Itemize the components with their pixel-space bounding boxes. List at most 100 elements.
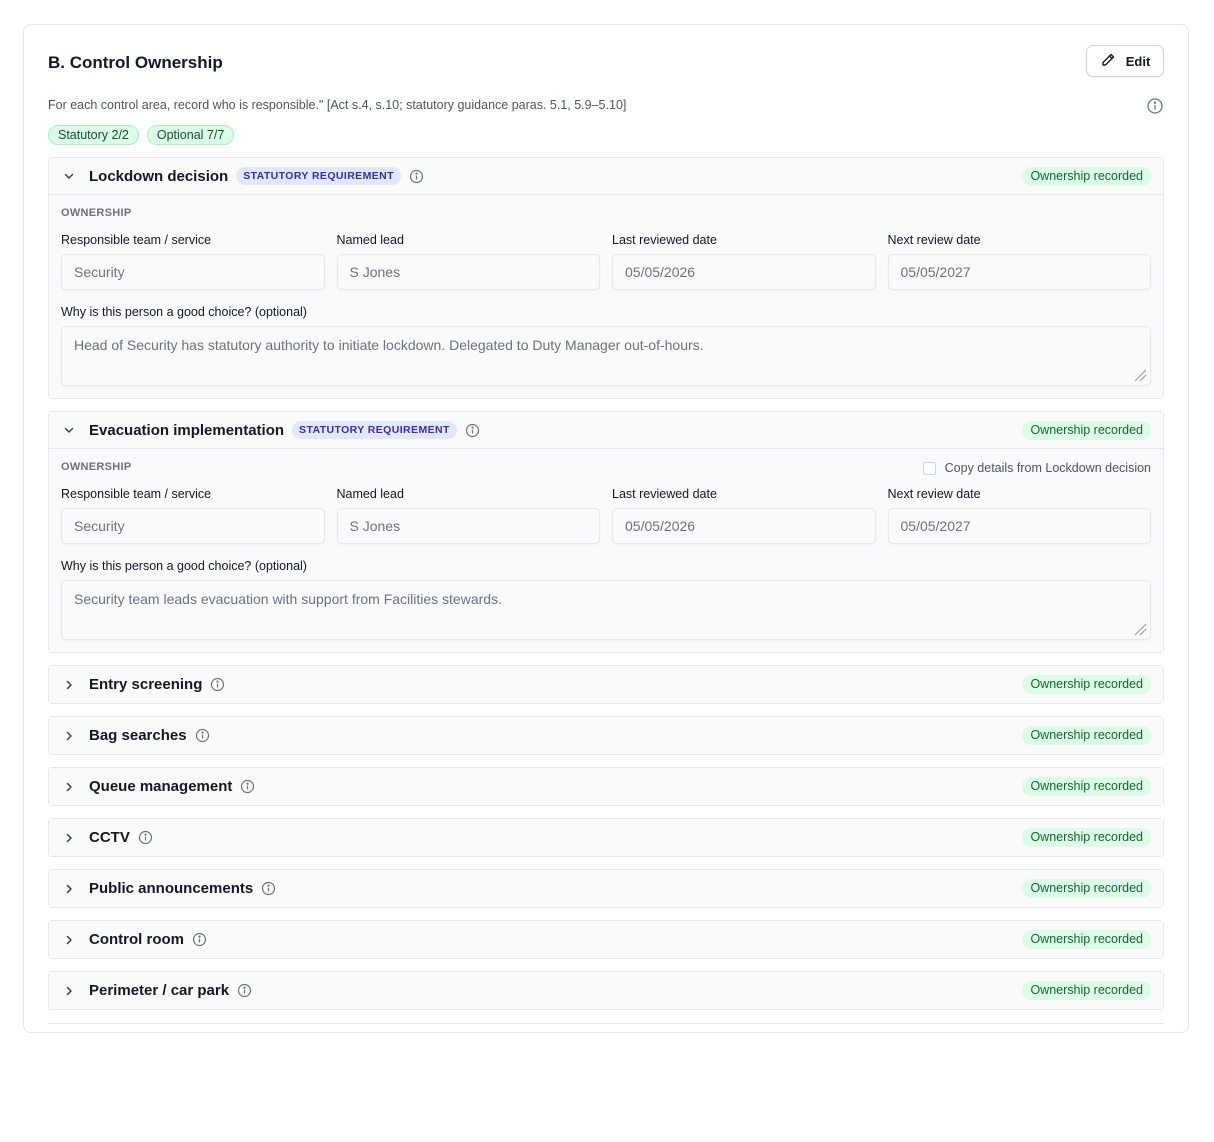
section-title: Public announcements: [89, 880, 254, 897]
ownership-fields: Responsible team / service Security Name…: [61, 233, 1151, 290]
section-header[interactable]: Evacuation implementation STATUTORY REQU…: [49, 412, 1163, 449]
info-icon[interactable]: [237, 983, 252, 998]
chevron-down-icon: [61, 422, 77, 438]
section-header[interactable]: Public announcements Ownership recorded: [49, 870, 1163, 907]
team-input[interactable]: Security: [61, 254, 325, 290]
why-label: Why is this person a good choice? (optio…: [61, 559, 307, 573]
copy-details-checkbox[interactable]: Copy details from Lockdown decision: [922, 461, 1151, 475]
last-reviewed-field: Last reviewed date 05/05/2026: [612, 487, 876, 544]
status-badge: Ownership recorded: [1022, 421, 1151, 440]
info-icon[interactable]: [261, 881, 276, 896]
section-public-announcements: Public announcements Ownership recorded: [48, 869, 1164, 908]
status-badge: Ownership recorded: [1022, 675, 1151, 694]
next-review-input[interactable]: 05/05/2027: [887, 508, 1151, 544]
section-body: OWNERSHIP Copy details from Lockdown dec…: [49, 449, 1163, 652]
lead-input[interactable]: S Jones: [336, 508, 600, 544]
statutory-badge: STATUTORY REQUIREMENT: [292, 421, 457, 439]
next-review-field: Next review date 05/05/2027: [887, 487, 1151, 544]
section-header[interactable]: Entry screening Ownership recorded: [49, 666, 1163, 703]
status-badge: Ownership recorded: [1022, 777, 1151, 796]
section-perimeter-car-park: Perimeter / car park Ownership recorded: [48, 971, 1164, 1010]
info-icon[interactable]: [240, 779, 255, 794]
why-textarea[interactable]: Security team leads evacuation with supp…: [61, 580, 1151, 640]
copy-details-label: Copy details from Lockdown decision: [944, 461, 1151, 475]
section-title: Control room: [89, 931, 184, 948]
section-bag-searches: Bag searches Ownership recorded: [48, 716, 1164, 755]
section-header[interactable]: Control room Ownership recorded: [49, 921, 1163, 958]
section-title: Entry screening: [89, 676, 203, 693]
optional-count-pill: Optional 7/7: [146, 125, 235, 145]
progress-pills: Statutory 2/2 Optional 7/7: [48, 125, 235, 145]
ownership-fields: Responsible team / service Security Name…: [61, 487, 1151, 544]
statutory-badge: STATUTORY REQUIREMENT: [236, 167, 401, 185]
status-badge: Ownership recorded: [1022, 726, 1151, 745]
section-title: Evacuation implementation: [89, 421, 285, 439]
next-review-label: Next review date: [887, 233, 981, 247]
chevron-right-icon: [61, 830, 77, 846]
section-title: Queue management: [89, 778, 233, 795]
section-control-room: Control room Ownership recorded: [48, 920, 1164, 959]
status-badge: Ownership recorded: [1022, 828, 1151, 847]
chevron-right-icon: [61, 932, 77, 948]
section-header[interactable]: Queue management Ownership recorded: [49, 768, 1163, 805]
lead-label: Named lead: [336, 487, 404, 501]
checkbox[interactable]: [922, 461, 936, 475]
section-header[interactable]: Lockdown decision STATUTORY REQUIREMENT …: [49, 158, 1163, 195]
page-title: B. Control Ownership: [48, 53, 223, 72]
chevron-right-icon: [61, 677, 77, 693]
team-field: Responsible team / service Security: [61, 233, 325, 290]
edit-button[interactable]: Edit: [1086, 45, 1164, 77]
why-text: Security team leads evacuation with supp…: [74, 591, 502, 607]
statutory-count-pill: Statutory 2/2: [48, 125, 139, 145]
last-reviewed-field: Last reviewed date 05/05/2026: [612, 233, 876, 290]
section-title: CCTV: [89, 829, 130, 846]
next-review-input[interactable]: 05/05/2027: [887, 254, 1151, 290]
section-description: For each control area, record who is res…: [48, 98, 627, 112]
chevron-right-icon: [61, 983, 77, 999]
team-label: Responsible team / service: [61, 233, 212, 247]
status-badge: Ownership recorded: [1022, 167, 1151, 186]
section-header[interactable]: Bag searches Ownership recorded: [49, 717, 1163, 754]
chevron-right-icon: [61, 728, 77, 744]
info-icon[interactable]: [1146, 97, 1164, 115]
info-icon[interactable]: [138, 830, 153, 845]
edit-button-label: Edit: [1125, 53, 1151, 69]
lead-input[interactable]: S Jones: [336, 254, 600, 290]
info-icon[interactable]: [409, 169, 424, 184]
next-review-label: Next review date: [887, 487, 981, 501]
section-title: Bag searches: [89, 727, 187, 744]
status-badge: Ownership recorded: [1022, 930, 1151, 949]
lead-field: Named lead S Jones: [336, 233, 600, 290]
resize-handle-icon[interactable]: [1133, 368, 1147, 382]
status-badge: Ownership recorded: [1022, 981, 1151, 1000]
ownership-label: OWNERSHIP: [61, 207, 132, 219]
team-input[interactable]: Security: [61, 508, 325, 544]
divider: [48, 1023, 1164, 1024]
status-badge: Ownership recorded: [1022, 879, 1151, 898]
resize-handle-icon[interactable]: [1133, 622, 1147, 636]
section-header[interactable]: CCTV Ownership recorded: [49, 819, 1163, 856]
last-reviewed-input[interactable]: 05/05/2026: [612, 508, 876, 544]
last-reviewed-label: Last reviewed date: [612, 487, 717, 501]
team-label: Responsible team / service: [61, 487, 212, 501]
info-icon[interactable]: [192, 932, 207, 947]
why-label: Why is this person a good choice? (optio…: [61, 305, 307, 319]
info-icon[interactable]: [465, 423, 480, 438]
next-review-field: Next review date 05/05/2027: [887, 233, 1151, 290]
section-lockdown-decision: Lockdown decision STATUTORY REQUIREMENT …: [48, 157, 1164, 399]
section-evacuation-implementation: Evacuation implementation STATUTORY REQU…: [48, 411, 1164, 653]
control-ownership-card: B. Control Ownership Edit For each contr…: [23, 24, 1189, 1033]
section-cctv: CCTV Ownership recorded: [48, 818, 1164, 857]
info-icon[interactable]: [195, 728, 210, 743]
section-title: Lockdown decision: [89, 167, 229, 185]
why-textarea[interactable]: Head of Security has statutory authority…: [61, 326, 1151, 386]
section-body: OWNERSHIP Responsible team / service Sec…: [49, 195, 1163, 398]
lead-field: Named lead S Jones: [336, 487, 600, 544]
last-reviewed-input[interactable]: 05/05/2026: [612, 254, 876, 290]
last-reviewed-label: Last reviewed date: [612, 233, 717, 247]
why-text: Head of Security has statutory authority…: [74, 337, 704, 353]
section-header[interactable]: Perimeter / car park Ownership recorded: [49, 972, 1163, 1009]
section-title: Perimeter / car park: [89, 982, 230, 999]
info-icon[interactable]: [210, 677, 225, 692]
card-header: B. Control Ownership Edit: [48, 25, 1164, 100]
